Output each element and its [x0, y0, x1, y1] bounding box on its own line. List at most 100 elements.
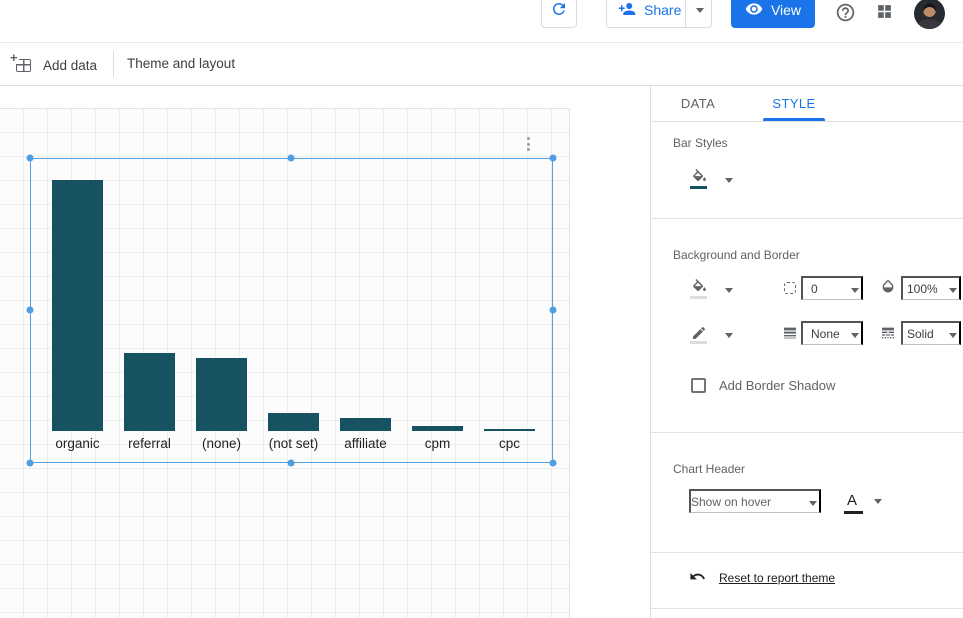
divider	[651, 608, 963, 609]
apps-grid-button[interactable]	[873, 2, 895, 24]
selection-handle-mid-right[interactable]	[550, 307, 557, 314]
border-style-select[interactable]: Solid	[901, 321, 961, 345]
reset-to-theme-label: Reset to report theme	[719, 571, 835, 585]
chevron-down-icon	[949, 333, 957, 338]
chevron-down-icon[interactable]	[725, 178, 733, 183]
chevron-down-icon[interactable]	[725, 333, 733, 338]
opacity-value: 100%	[907, 282, 938, 296]
pen-icon	[691, 325, 707, 341]
divider	[685, 0, 686, 27]
bar-fill-color-button[interactable]	[689, 166, 709, 189]
chevron-down-icon	[851, 288, 859, 293]
main-content: organic referral (none) (not set) affiliate c…	[0, 86, 963, 618]
eye-icon	[745, 0, 763, 21]
person-add-icon	[618, 0, 636, 21]
undo-icon	[689, 568, 706, 588]
bar-affiliate[interactable]	[340, 418, 391, 431]
border-color-button[interactable]	[689, 321, 709, 344]
avatar[interactable]	[914, 0, 945, 29]
corner-radius-icon	[784, 282, 796, 294]
selection-handle-bottom-right[interactable]	[550, 460, 557, 467]
chevron-down-icon[interactable]	[725, 288, 733, 293]
help-button[interactable]	[833, 1, 858, 26]
bar-label: cpm	[412, 436, 463, 451]
properties-panel: DATA STYLE Bar Styles Background and Bor…	[650, 86, 963, 618]
share-dropdown-icon[interactable]	[696, 8, 704, 13]
bar-label: cpc	[484, 436, 535, 451]
divider	[651, 552, 963, 553]
tab-data[interactable]: DATA	[665, 86, 731, 121]
chart-more-options-button[interactable]	[521, 135, 535, 153]
bar-label: affiliate	[340, 436, 391, 451]
theme-and-layout-button[interactable]: Theme and layout	[127, 56, 235, 71]
background-color-swatch	[690, 296, 707, 299]
selection-handle-mid-left[interactable]	[27, 307, 34, 314]
bar-label: organic	[52, 436, 103, 451]
border-shadow-checkbox[interactable]	[691, 378, 706, 393]
reset-to-theme-button[interactable]: Reset to report theme	[689, 568, 835, 588]
chart-header-title: Chart Header	[673, 462, 745, 476]
border-style-value: Solid	[907, 327, 934, 341]
divider	[651, 218, 963, 219]
header-visibility-value: Show on hover	[691, 495, 771, 509]
bar-referral[interactable]	[124, 353, 175, 431]
help-icon	[835, 2, 856, 26]
border-color-swatch	[690, 341, 707, 344]
add-data-icon	[16, 59, 31, 72]
bar-cpc[interactable]	[484, 429, 535, 432]
border-weight-select[interactable]: None	[801, 321, 863, 345]
corner-radius-select[interactable]: 0	[801, 276, 863, 300]
bar-label: (not set)	[268, 436, 319, 451]
edit-toolbar: Add data Theme and layout	[0, 43, 963, 86]
app-header: Share View	[0, 0, 963, 43]
divider	[113, 51, 114, 77]
bar-cpm[interactable]	[412, 426, 463, 431]
view-button[interactable]: View	[731, 0, 815, 28]
add-data-label: Add data	[43, 58, 97, 73]
header-visibility-select[interactable]: Show on hover	[689, 489, 821, 513]
more-options-icon	[527, 137, 530, 140]
bar-notset[interactable]	[268, 413, 319, 431]
header-text-color-button[interactable]: A	[844, 490, 886, 514]
bar-none[interactable]	[196, 358, 247, 431]
text-color-icon: A	[847, 492, 857, 509]
refresh-button[interactable]	[541, 0, 577, 28]
selection-handle-bottom-center[interactable]	[288, 460, 295, 467]
selection-handle-top-center[interactable]	[288, 155, 295, 162]
chevron-down-icon	[851, 333, 859, 338]
chevron-down-icon	[809, 501, 817, 506]
refresh-icon	[550, 0, 568, 21]
chevron-down-icon	[949, 288, 957, 293]
divider	[651, 432, 963, 433]
chevron-down-icon	[874, 499, 882, 504]
view-button-label: View	[771, 2, 801, 18]
bar-labels: organic referral (none) (not set) affiliate c…	[52, 436, 535, 451]
bar-organic[interactable]	[52, 180, 103, 431]
opacity-icon	[880, 278, 896, 297]
corner-radius-value: 0	[811, 282, 818, 296]
bar-label: referral	[124, 436, 175, 451]
paint-bucket-icon	[691, 169, 708, 186]
text-color-swatch	[844, 511, 863, 514]
share-button-label: Share	[644, 2, 681, 18]
opacity-select[interactable]: 100%	[901, 276, 961, 300]
border-weight-value: None	[811, 327, 840, 341]
line-weight-icon	[782, 325, 798, 344]
bar-color-swatch	[690, 186, 707, 189]
tab-style[interactable]: STYLE	[761, 86, 827, 121]
selection-handle-top-left[interactable]	[27, 155, 34, 162]
paint-bucket-icon	[691, 279, 708, 296]
border-shadow-option[interactable]: Add Border Shadow	[691, 378, 835, 393]
background-fill-color-button[interactable]	[689, 276, 709, 299]
apps-grid-icon	[876, 3, 893, 23]
report-canvas[interactable]: organic referral (none) (not set) affiliate c…	[0, 108, 570, 618]
divider	[651, 121, 963, 122]
bar-label: (none)	[196, 436, 247, 451]
bar-series	[52, 180, 535, 431]
selection-handle-top-right[interactable]	[550, 155, 557, 162]
border-shadow-label: Add Border Shadow	[719, 378, 835, 393]
share-button[interactable]: Share	[606, 0, 712, 28]
line-style-icon	[880, 325, 896, 344]
add-data-button[interactable]: Add data	[16, 53, 97, 77]
selection-handle-bottom-left[interactable]	[27, 460, 34, 467]
